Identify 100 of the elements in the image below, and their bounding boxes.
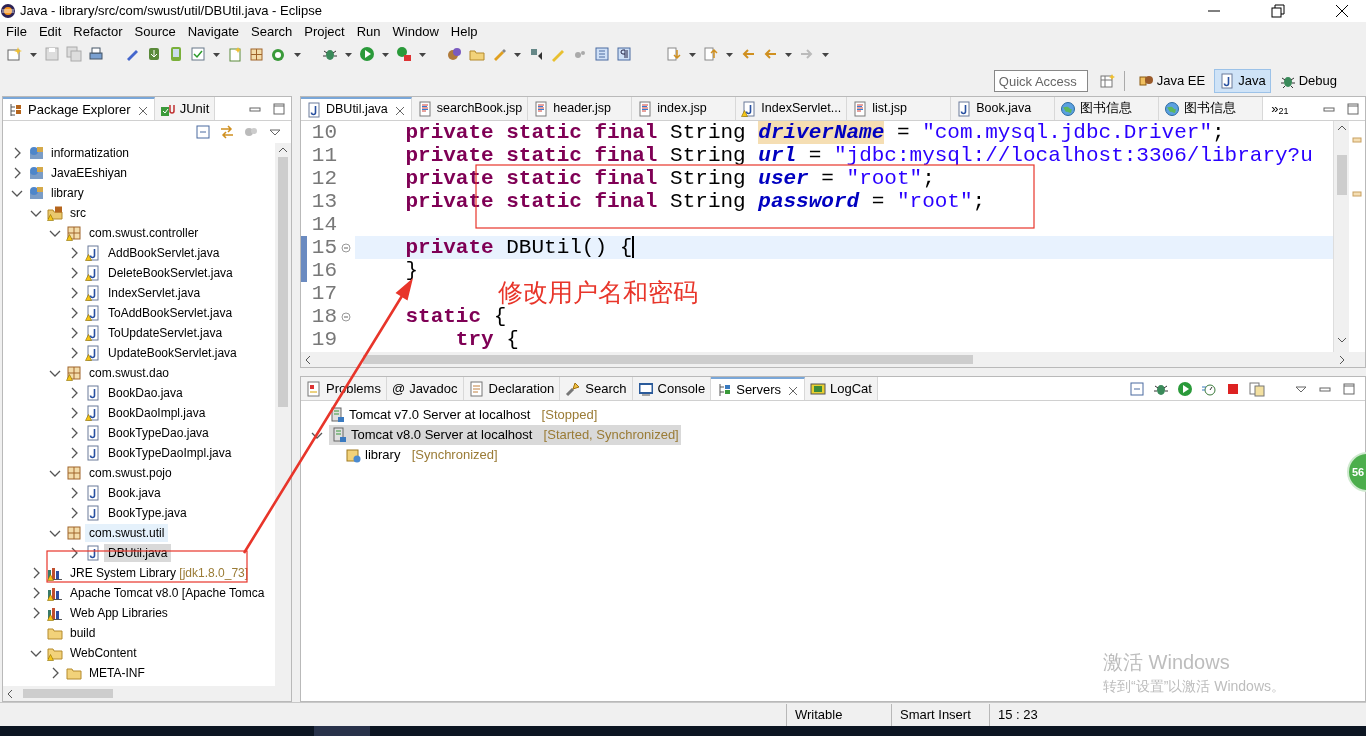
scroll-thumb[interactable] [1336, 155, 1347, 195]
module-icon [345, 447, 361, 463]
tree-item[interactable]: library [47, 184, 88, 202]
editor-tab[interactable]: 图书信息 [1159, 97, 1264, 120]
editor-tab[interactable]: list.jsp [847, 97, 952, 120]
status-field: Smart Insert [891, 703, 989, 726]
tree-item[interactable]: META-INF [85, 664, 149, 681]
server-module-item[interactable]: library [Synchronized] [345, 445, 498, 465]
tree-item[interactable]: Book.java [104, 484, 165, 502]
tree-item[interactable]: BookTypeDao.java [104, 424, 213, 442]
server-item[interactable]: Tomcat v7.0 Server at localhost [Stopped] [329, 405, 598, 425]
tree-item[interactable]: com.swust.dao [85, 364, 174, 382]
fold-toggle-icon[interactable] [341, 311, 351, 322]
perspective-button[interactable]: Java [1214, 69, 1271, 93]
menu-item[interactable]: Navigate [181, 22, 245, 42]
run-icon[interactable] [359, 46, 375, 62]
tree-item[interactable]: JavaEEshiyan [47, 164, 132, 182]
scroll-thumb[interactable] [363, 355, 973, 364]
editor-tab[interactable]: 图书信息 [1055, 97, 1160, 120]
scroll-thumb[interactable] [278, 157, 288, 407]
tree-item[interactable]: BookType.java [104, 504, 191, 522]
tree-item[interactable]: BookDaoImpl.java [104, 404, 210, 422]
view-tab[interactable]: JUnit [154, 97, 216, 120]
menu-item[interactable]: Run [350, 22, 387, 42]
logcat-icon [810, 380, 826, 397]
fold-toggle-icon[interactable] [341, 242, 351, 253]
code-line: private static final String url = "jdbc:mysql://localhost:3306/library?u [405, 144, 1313, 167]
menu-item[interactable]: Refactor [67, 22, 129, 42]
restore-window-icon[interactable] [1270, 3, 1286, 19]
tree-item[interactable]: Apache Tomcat v8.0 [Apache Tomca [66, 584, 269, 602]
publish-icon[interactable] [1249, 380, 1265, 397]
tree-item[interactable]: UpdateBookServlet.java [104, 344, 241, 362]
previous-annotation-icon[interactable] [703, 46, 719, 62]
tree-item[interactable]: WebContent [66, 644, 141, 662]
tree-item[interactable]: com.swust.controller [85, 224, 203, 242]
tree-item[interactable]: com.swust.util [85, 524, 169, 542]
perspective-button[interactable]: Debug [1274, 69, 1342, 93]
editor-tab[interactable]: IndexServlet... [736, 97, 848, 120]
new-package-icon[interactable] [249, 46, 265, 62]
vertical-scrollbar[interactable] [1333, 121, 1349, 352]
tree-item[interactable]: com.swust.pojo [85, 464, 176, 482]
line-number: 16 [310, 259, 338, 282]
tree-item[interactable]: BookTypeDaoImpl.java [104, 444, 236, 462]
checkbox-icon[interactable] [190, 46, 206, 62]
tree-item[interactable]: informatization [47, 144, 134, 162]
horizontal-scrollbar[interactable] [301, 352, 1365, 367]
view-tab[interactable]: @ Javadoc [386, 377, 464, 400]
tree-item[interactable]: ToUpdateServlet.java [104, 324, 227, 342]
activation-title: 激活 Windows [1103, 650, 1230, 675]
download-icon[interactable] [146, 46, 162, 62]
javaee-icon [1137, 73, 1154, 89]
link-editor-icon[interactable] [219, 124, 235, 140]
editor-tab[interactable]: header.jsp [528, 97, 633, 120]
view-tab[interactable]: Package Explorer [3, 97, 155, 120]
menu-item[interactable]: Help [444, 22, 484, 42]
package-tree-icon [8, 101, 24, 118]
menu-item[interactable]: Window [386, 22, 445, 42]
server-item[interactable]: Tomcat v8.0 Server at localhost [Started, Synchronized] [329, 425, 681, 445]
code-line: private DBUtil() { [405, 236, 633, 259]
menu-item[interactable]: Source [128, 22, 182, 42]
tree-item[interactable]: AddBookServlet.java [104, 244, 224, 262]
vertical-scrollbar[interactable] [275, 143, 291, 686]
code-line: private static final String driverName = "com.mysql.jdbc.Driver"; [405, 121, 1225, 144]
view-tab[interactable]: LogCat [805, 377, 878, 400]
menu-item[interactable]: File [0, 22, 33, 42]
line-number: 18 [310, 305, 338, 328]
tree-item[interactable]: DeleteBookServlet.java [104, 264, 237, 282]
view-tab[interactable]: Declaration [463, 377, 561, 400]
start-server-icon[interactable] [1177, 380, 1193, 397]
maximize-icon[interactable] [271, 100, 287, 117]
horizontal-scrollbar[interactable] [3, 686, 291, 701]
tree-item[interactable]: IndexServlet.java [104, 284, 205, 302]
tree-item[interactable]: BookDao.java [104, 384, 187, 402]
run-tool-icon[interactable] [396, 46, 412, 62]
menu-item[interactable]: Edit [32, 22, 68, 42]
problems-icon [306, 380, 322, 397]
menu-item[interactable]: Search [245, 22, 299, 42]
view-tab[interactable]: Console [632, 377, 712, 400]
paragraph-icon[interactable] [616, 46, 632, 62]
view-tab[interactable]: Servers [711, 377, 805, 400]
quick-access-field[interactable]: Quick Access [993, 70, 1088, 92]
scroll-thumb[interactable] [23, 689, 113, 698]
open-perspective-icon[interactable] [1099, 73, 1116, 89]
menu-item[interactable]: Project [298, 22, 351, 42]
maximize-icon[interactable] [1345, 100, 1361, 117]
tree-item[interactable]: build [66, 624, 100, 642]
view-tab[interactable]: Search [560, 377, 633, 400]
perspective-button[interactable]: Java EE [1132, 69, 1211, 93]
maximize-icon[interactable] [1341, 380, 1357, 397]
tree-item[interactable]: src [66, 204, 90, 222]
tree-item[interactable]: ToAddBookServlet.java [104, 304, 237, 322]
editor-tab[interactable]: searchBook.jsp [411, 97, 529, 120]
editor-tab[interactable]: index.jsp [632, 97, 737, 120]
close-icon[interactable] [1334, 3, 1350, 19]
tree-item[interactable]: Web App Libraries [66, 604, 172, 622]
print-icon[interactable] [88, 46, 104, 62]
more-tabs-button[interactable]: »$_{21}$ [1271, 97, 1289, 120]
editor-tab[interactable]: Book.java [951, 97, 1056, 120]
editor-tab[interactable]: DBUtil.java [301, 97, 412, 120]
next-annotation-icon[interactable] [666, 46, 682, 62]
